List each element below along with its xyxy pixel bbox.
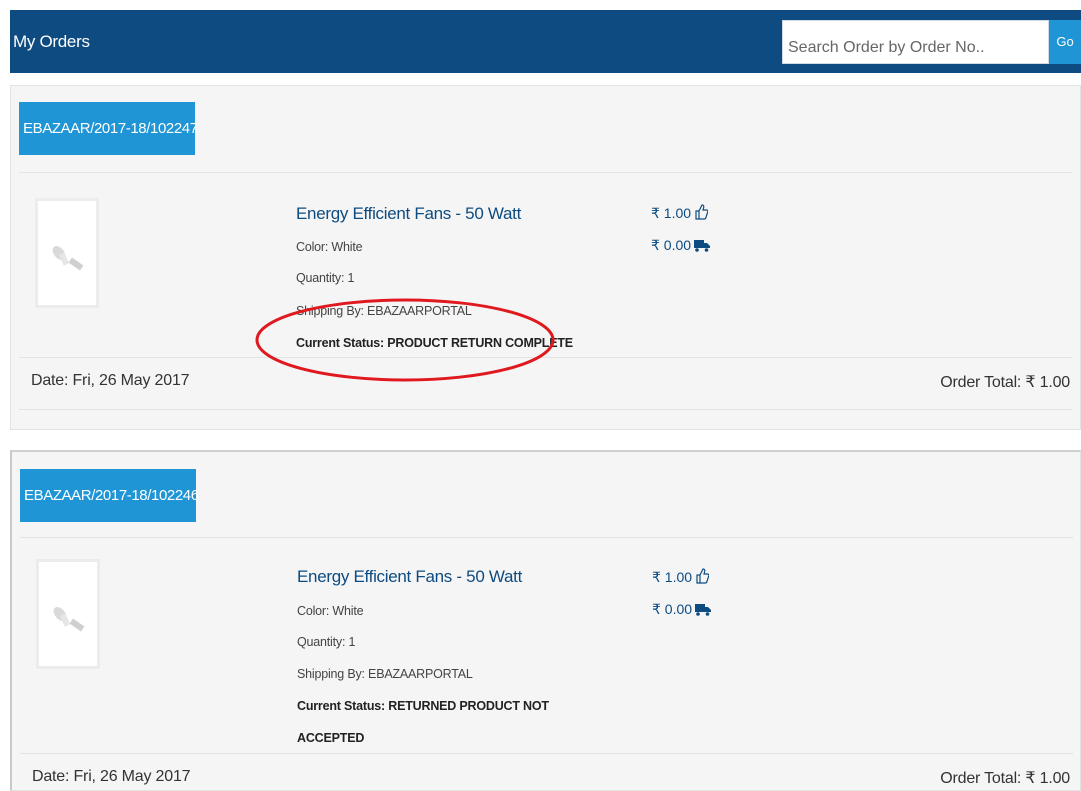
product-image[interactable] bbox=[35, 198, 99, 308]
shipping-price-value: ₹ 0.00 bbox=[652, 601, 693, 617]
order-date: Date: Fri, 26 May 2017 bbox=[32, 768, 191, 785]
product-quantity: Quantity: 1 bbox=[296, 271, 355, 285]
shipping-price-value: ₹ 0.00 bbox=[651, 237, 692, 253]
status-value: RETURNED PRODUCT NOT bbox=[388, 699, 549, 713]
annotation-ellipse bbox=[255, 298, 555, 382]
header-bar: My Orders Go bbox=[10, 10, 1081, 73]
item-price-value: ₹ 1.00 bbox=[652, 569, 693, 585]
item-price: ₹ 1.00 bbox=[652, 568, 710, 586]
truck-icon bbox=[695, 604, 712, 616]
order-card: EBAZAAR/2017-18/102246 Energy Efficient … bbox=[10, 450, 1081, 791]
go-button[interactable]: Go bbox=[1049, 20, 1081, 64]
product-color: Color: White bbox=[296, 240, 363, 254]
fan-product-image bbox=[53, 607, 85, 632]
page-title: My Orders bbox=[13, 32, 90, 51]
order-id-badge[interactable]: EBAZAAR/2017-18/102247 bbox=[19, 102, 198, 155]
product-name-link[interactable]: Energy Efficient Fans - 50 Watt bbox=[297, 567, 522, 587]
truck-icon bbox=[694, 240, 711, 252]
status-label: Current Status: bbox=[297, 699, 389, 713]
product-quantity: Quantity: 1 bbox=[297, 635, 356, 649]
order-total: Order Total: ₹ 1.00 bbox=[940, 374, 1070, 391]
item-price: ₹ 1.00 bbox=[651, 204, 709, 222]
order-total: Order Total: ₹ 1.00 bbox=[940, 770, 1070, 787]
product-image[interactable] bbox=[36, 559, 100, 669]
shipping-price: ₹ 0.00 bbox=[651, 237, 711, 254]
fan-product-image bbox=[52, 246, 84, 271]
product-color: Color: White bbox=[297, 604, 364, 618]
thumbs-up-icon bbox=[695, 204, 709, 220]
current-status: Current Status: RETURNED PRODUCT NOT bbox=[297, 699, 549, 713]
status-value-continued: ACCEPTED bbox=[297, 731, 365, 745]
search-input[interactable] bbox=[782, 20, 1049, 64]
divider bbox=[19, 409, 1072, 410]
order-date: Date: Fri, 26 May 2017 bbox=[31, 372, 190, 389]
shipping-by: Shipping By: EBAZAARPORTAL bbox=[297, 667, 473, 681]
divider bbox=[20, 537, 1073, 538]
divider bbox=[19, 172, 1072, 173]
order-id-badge[interactable]: EBAZAAR/2017-18/102246 bbox=[20, 469, 199, 522]
item-price-value: ₹ 1.00 bbox=[651, 205, 692, 221]
shipping-price: ₹ 0.00 bbox=[652, 601, 712, 618]
divider bbox=[20, 753, 1073, 754]
product-name-link[interactable]: Energy Efficient Fans - 50 Watt bbox=[296, 204, 521, 224]
thumbs-up-icon bbox=[696, 568, 710, 584]
